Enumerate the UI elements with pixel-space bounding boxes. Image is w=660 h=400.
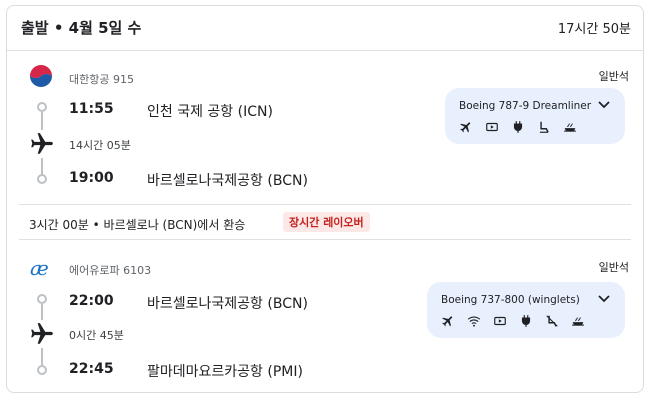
arrival-time: 22:45 [69, 361, 114, 377]
flight-segment-2: æ 에어유로파 6103 일반석 22:00 바르셀로나국제공항 (BCN) 0… [7, 242, 643, 392]
flight-duration: 0시간 45분 [69, 329, 124, 342]
flight-segment-1: 대한항공 915 일반석 11:55 인천 국제 공항 (ICN) 14시간 0… [7, 50, 643, 208]
timeline-line [41, 112, 43, 130]
chevron-down-icon[interactable] [597, 294, 611, 304]
plane-icon [442, 316, 453, 327]
flight-details-card: 출발 • 4월 5일 수 17시간 50분 대한항공 915 일반석 11:55… [6, 5, 644, 393]
power-icon [521, 315, 531, 327]
total-duration: 17시간 50분 [557, 22, 631, 37]
departure-time: 11:55 [69, 101, 114, 117]
wifi-icon [467, 316, 481, 327]
airline-name: 대한항공 915 [69, 73, 134, 86]
no-legroom-icon [546, 315, 558, 327]
timeline-line [41, 348, 43, 366]
power-icon [513, 121, 523, 133]
cabin-class: 일반석 [598, 70, 629, 83]
long-layover-badge: 장시간 레이오버 [283, 212, 370, 232]
airline-name: 에어유로파 6103 [69, 264, 152, 277]
air-europa-logo-icon: æ [30, 256, 49, 280]
departure-header: 출발 • 4월 5일 수 17시간 50분 [7, 6, 643, 51]
divider [19, 204, 631, 205]
timeline-start-dot [37, 294, 47, 304]
korean-air-logo-icon [29, 64, 53, 88]
arrival-airport: 바르셀로나국제공항 (BCN) [147, 173, 308, 189]
layover-row: 3시간 00분 • 바르셀로나 (BCN)에서 환승 장시간 레이오버 [7, 208, 643, 242]
chevron-down-icon[interactable] [597, 100, 611, 110]
tv-icon [486, 122, 498, 132]
timeline-line [41, 304, 43, 320]
departure-airport: 바르셀로나국제공항 (BCN) [147, 296, 308, 312]
layover-info: 3시간 00분 • 바르셀로나 (BCN)에서 환승 [29, 218, 246, 232]
meal-icon [564, 123, 576, 132]
aircraft-amenities-box[interactable]: Boeing 787-9 Dreamliner [445, 88, 625, 144]
flight-duration: 14시간 05분 [69, 139, 131, 152]
aircraft-amenities-box[interactable]: Boeing 737-800 (winglets) [427, 282, 625, 338]
departure-time: 22:00 [69, 293, 114, 309]
arrival-time: 19:00 [69, 170, 114, 186]
svg-text:æ: æ [30, 256, 49, 280]
timeline-end-dot [37, 174, 47, 184]
legroom-icon [539, 121, 549, 133]
airplane-icon [31, 323, 53, 344]
departure-airport: 인천 국제 공항 (ICN) [147, 104, 273, 120]
aircraft-model: Boeing 787-9 Dreamliner [459, 100, 592, 112]
timeline-end-dot [37, 365, 47, 375]
plane-icon [460, 122, 471, 133]
aircraft-model: Boeing 737-800 (winglets) [441, 294, 580, 306]
divider [19, 239, 631, 240]
meal-icon [572, 317, 584, 326]
arrival-airport: 팔마데마요르카공항 (PMI) [147, 364, 303, 380]
cabin-class: 일반석 [598, 261, 629, 274]
airplane-icon [31, 133, 53, 154]
tv-icon [494, 316, 506, 326]
timeline-start-dot [37, 102, 47, 112]
departure-date-title: 출발 • 4월 5일 수 [21, 19, 142, 37]
